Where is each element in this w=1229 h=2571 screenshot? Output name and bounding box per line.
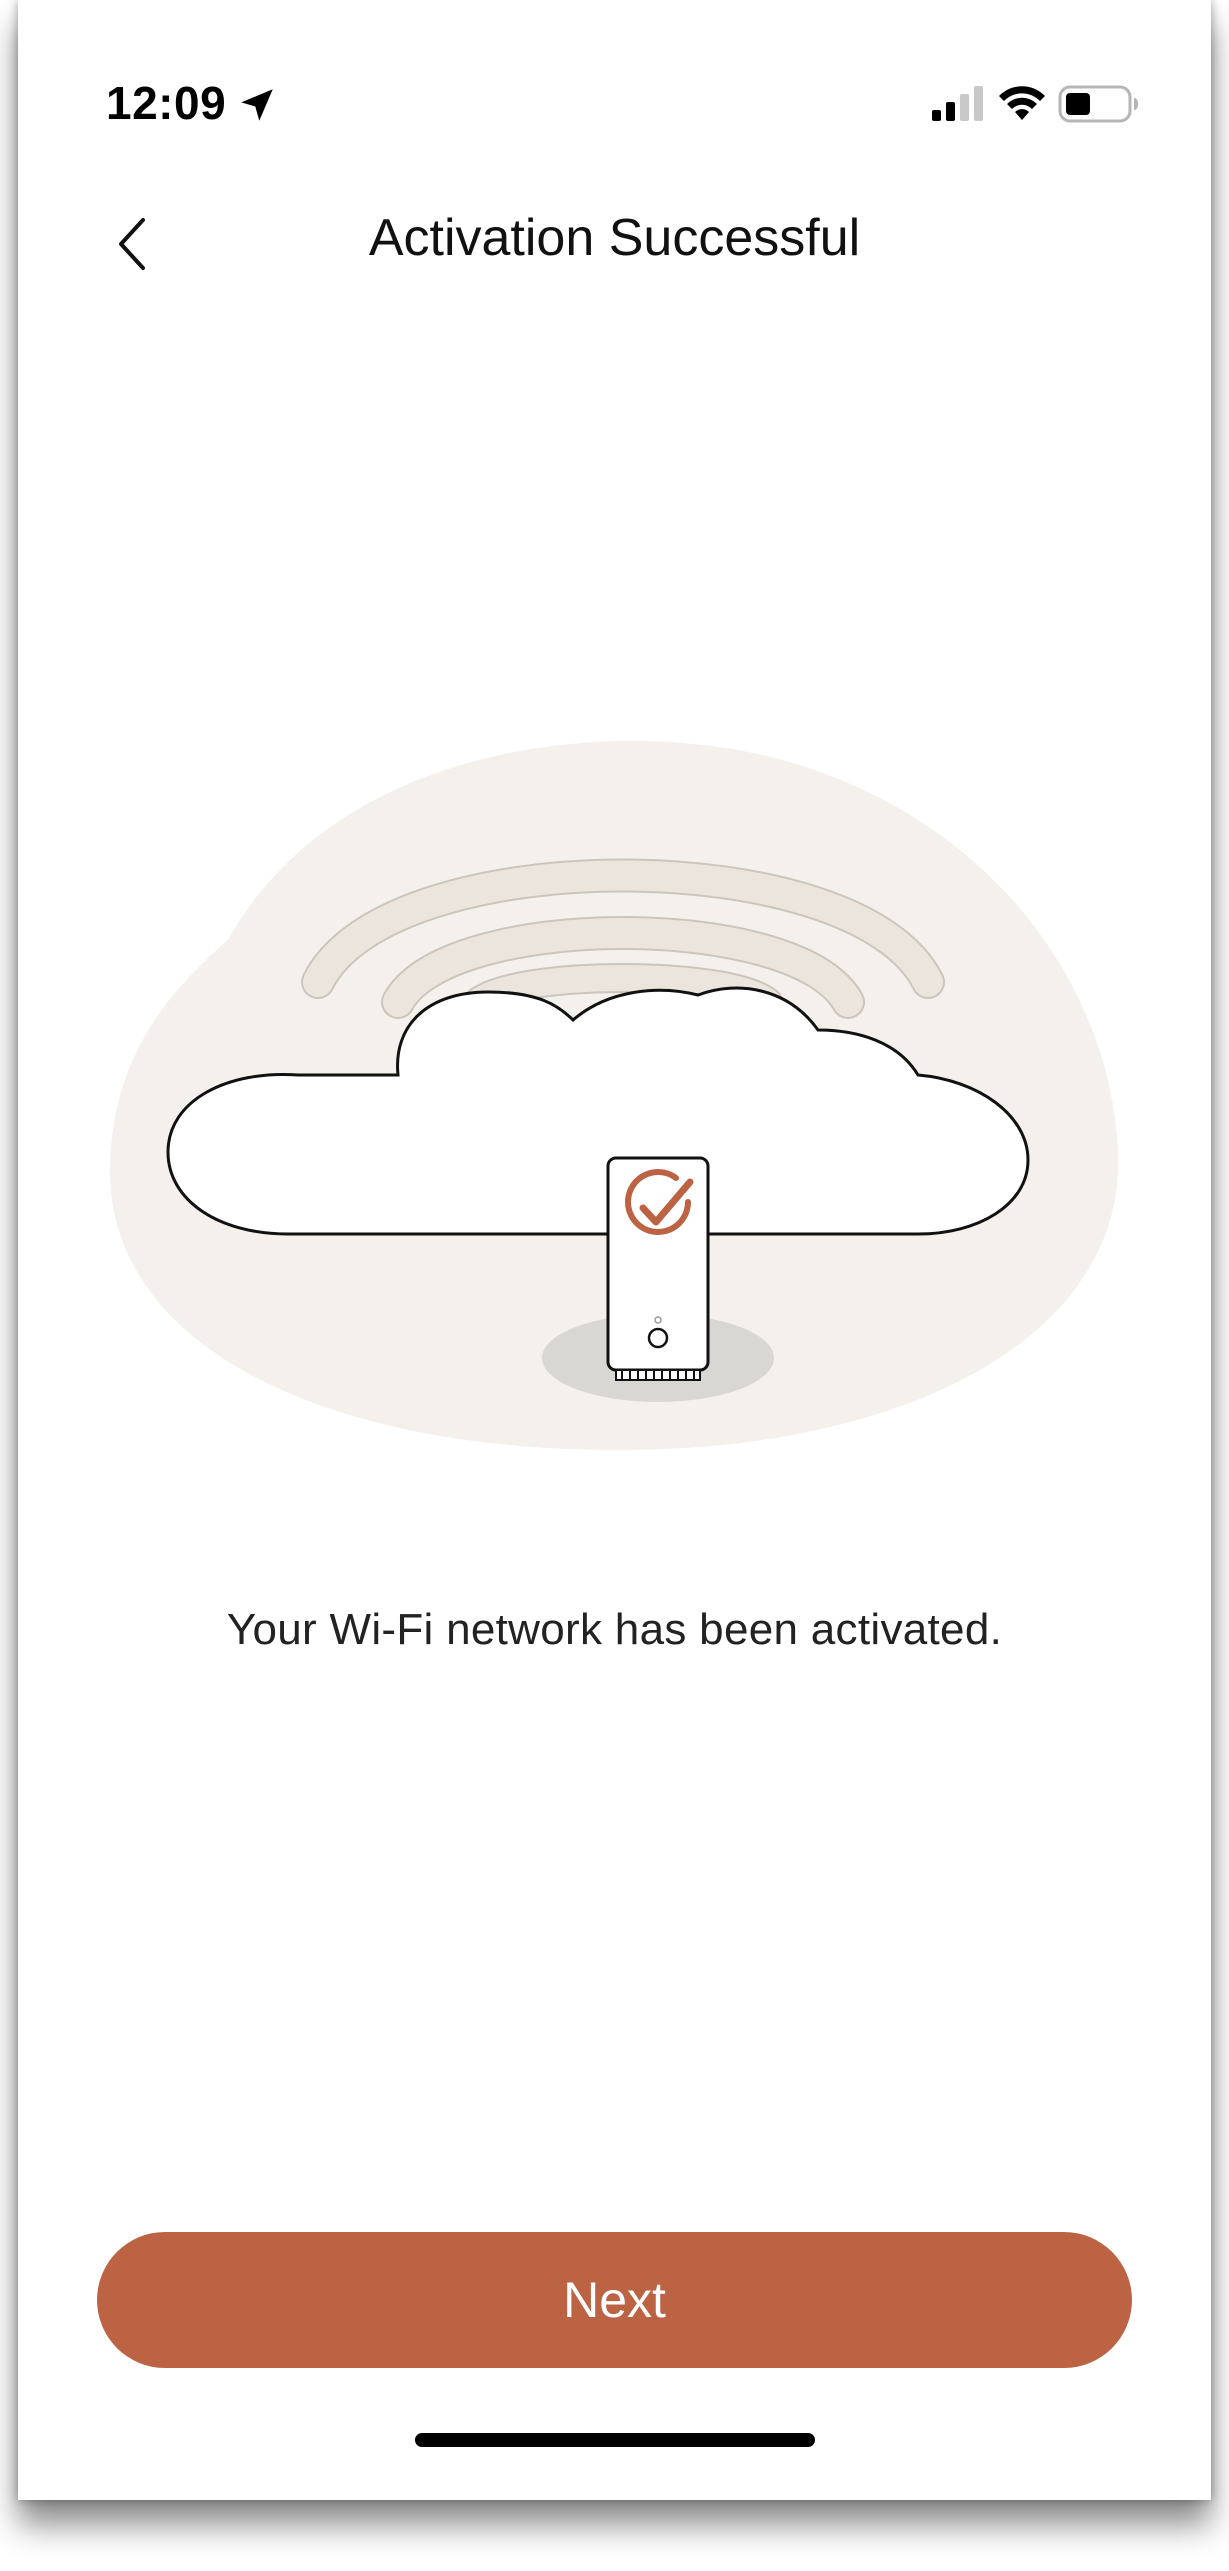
nav-bar: Activation Successful [18,190,1211,310]
cellular-signal-icon [932,86,983,121]
page-title: Activation Successful [368,209,861,267]
router-cloud-activated-illustration [109,740,1119,1450]
wifi-icon [999,86,1045,120]
next-button[interactable]: Next [97,2232,1132,2368]
router-device [606,1156,710,1381]
app-frame: 12:09 Activation Successful Your Wi-Fi n… [0,0,1229,2571]
status-bar: 12:09 [18,0,1211,190]
location-arrow-icon [241,89,273,121]
battery-icon [1058,85,1138,123]
status-time: 12:09 [106,77,227,129]
phone-screen: 12:09 Activation Successful Your Wi-Fi n… [18,0,1211,2500]
activation-message: Your Wi-Fi network has been activated. [226,1605,1003,1654]
home-indicator[interactable] [415,2433,815,2447]
